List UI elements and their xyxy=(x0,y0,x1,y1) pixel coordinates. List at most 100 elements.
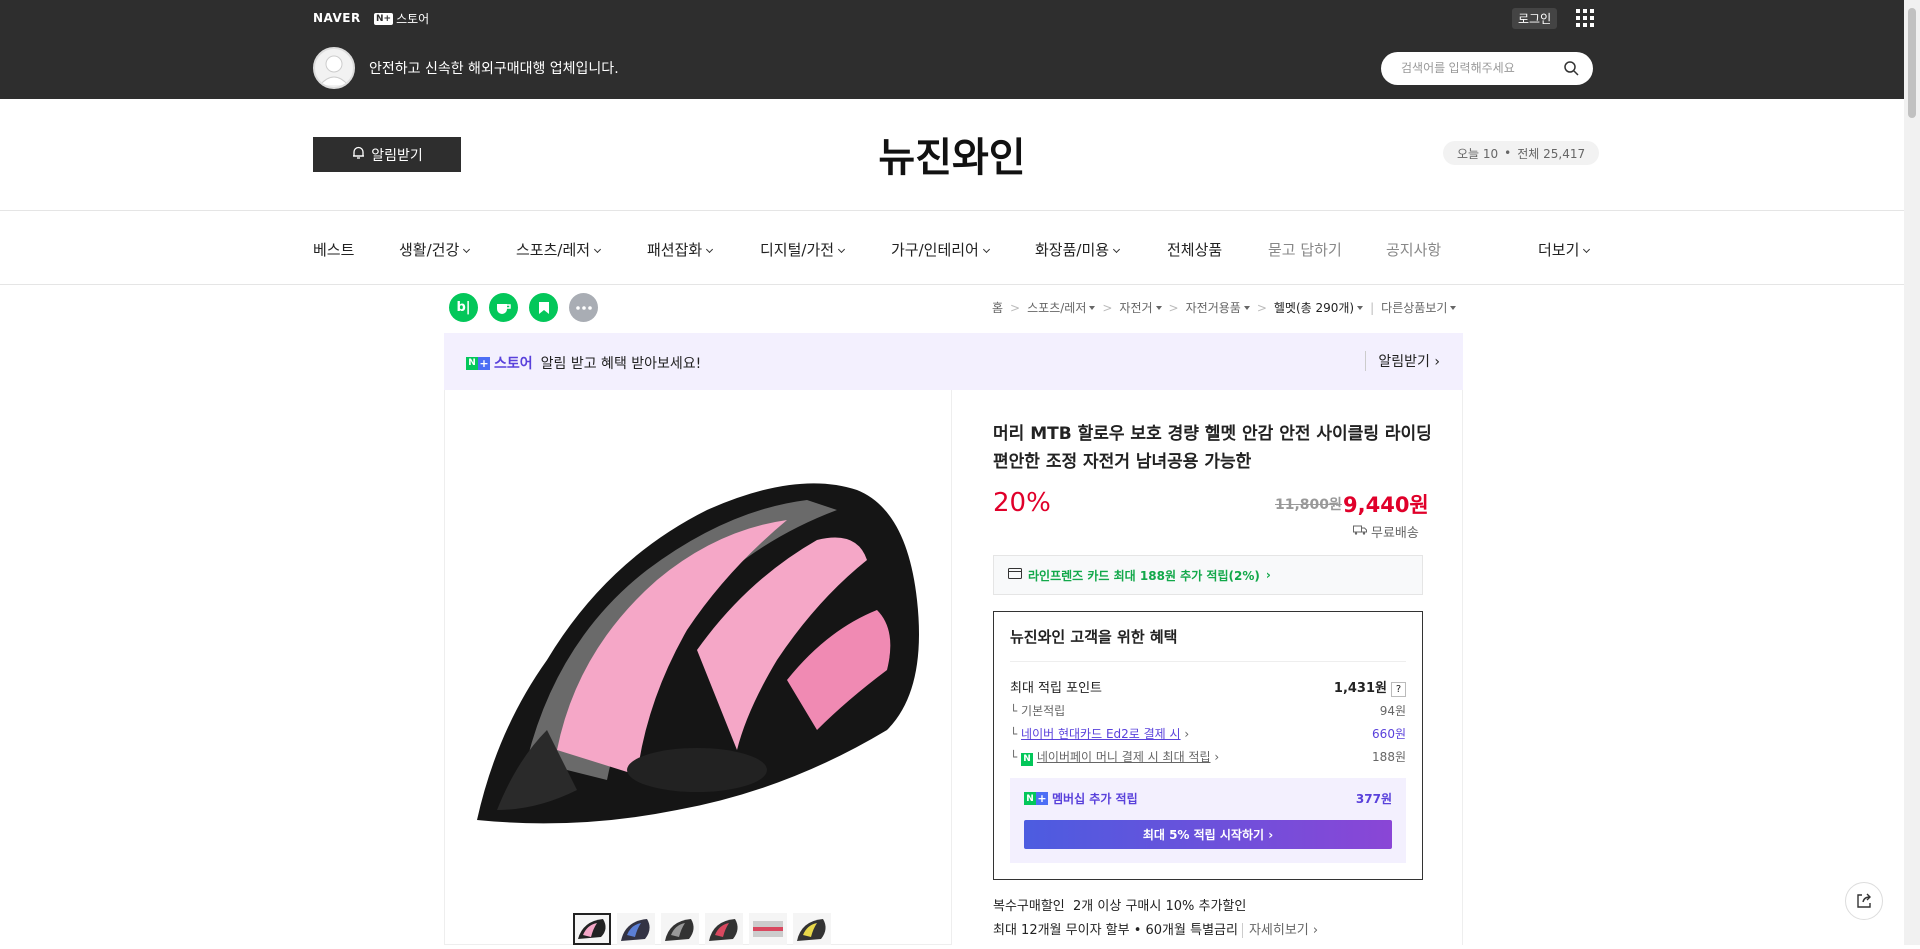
breadcrumb-helmet[interactable]: 헬멧(총 290개) xyxy=(1274,299,1364,316)
nav-item-best[interactable]: 베스트 xyxy=(313,239,354,260)
banner-store-label: 스토어 xyxy=(494,356,533,372)
customer-benefit-box: 뉴진와인 고객을 위한 혜택 최대 적립 포인트 1,431원? └ 기본적립 … xyxy=(993,611,1423,880)
installment-text: 최대 12개월 무이자 할부 • 60개월 특별금리 xyxy=(993,923,1238,938)
max-point-row: 최대 적립 포인트 1,431원? xyxy=(1010,677,1406,697)
installment-more-link[interactable]: 자세히보기 › xyxy=(1241,923,1319,938)
nav-item-more[interactable]: 더보기 xyxy=(1538,239,1591,260)
chevron-down-icon xyxy=(463,245,471,254)
caret-down-icon xyxy=(1357,306,1364,310)
breadcrumb-separator: > xyxy=(1102,300,1113,315)
multi-purchase-discount: 복수구매할인 2개 이상 구매시 10% 추가할인 xyxy=(993,895,1246,914)
store-avatar[interactable] xyxy=(313,47,355,89)
benefit-row-label: 기본적립 xyxy=(1021,704,1066,718)
chevron-right-icon: › xyxy=(1434,354,1440,370)
nav-item-notice[interactable]: 공지사항 xyxy=(1386,239,1441,260)
nav-item-beauty[interactable]: 화장품/미용 xyxy=(1035,239,1121,260)
max-point-value: 1,431원 xyxy=(1333,681,1387,696)
product-title: 머리 MTB 할로우 보호 경량 헬멧 안감 안전 사이클링 라이딩 편안한 조… xyxy=(993,424,1432,472)
breadcrumb-separator: > xyxy=(1256,300,1267,315)
card-offer[interactable]: 라인프렌즈 카드 최대 188원 추가 적립(2%) › xyxy=(993,555,1423,595)
help-icon[interactable]: ? xyxy=(1391,682,1406,697)
chevron-down-icon xyxy=(838,245,846,254)
search-icon[interactable] xyxy=(1564,61,1579,80)
thumbnail[interactable] xyxy=(617,913,655,945)
card-offer-text: 라인프렌즈 카드 최대 188원 추가 적립(2%) xyxy=(1028,568,1260,583)
search-box xyxy=(1381,52,1593,85)
membership-label: 멤버십 추가 적립 xyxy=(1052,792,1138,806)
naverpay-link[interactable]: 네이버페이 머니 결제 시 최대 적립 xyxy=(1037,750,1211,764)
store-alarm-banner: N + 스토어 알림 받고 혜택 받아보세요! 알림받기 › xyxy=(444,333,1463,390)
nav-item-qna[interactable]: 묻고 답하기 xyxy=(1268,239,1342,260)
login-button[interactable]: 로그인 xyxy=(1512,8,1558,29)
breadcrumb-separator: > xyxy=(1010,300,1021,315)
nav-item-all-products[interactable]: 전체상품 xyxy=(1167,239,1222,260)
membership-start-button[interactable]: 최대 5% 적립 시작하기 › xyxy=(1024,820,1392,849)
visitor-count: 오늘 10 • 전체 25,417 xyxy=(1443,141,1600,165)
thumbnail[interactable] xyxy=(793,913,831,945)
benefit-row-hyundai-card: └ 네이버 현대카드 Ed2로 결제 시 › 660원 xyxy=(1010,727,1406,741)
page-scrollbar[interactable] xyxy=(1904,0,1920,945)
share-icons: b| xyxy=(449,293,598,322)
nplus-icon: N + xyxy=(466,356,490,370)
bookmark-icon[interactable] xyxy=(529,293,558,322)
caret-down-icon xyxy=(1089,306,1096,310)
multi-value: 2개 이상 구매시 10% 추가할인 xyxy=(1073,899,1247,914)
benefit-row-value: 660원 xyxy=(1372,727,1406,741)
breadcrumb-divider: | xyxy=(1370,300,1375,315)
thumbnail[interactable] xyxy=(749,913,787,945)
npay-icon: N xyxy=(1021,752,1034,766)
search-input[interactable] xyxy=(1401,61,1561,75)
nav-item-sports-leisure[interactable]: 스포츠/레저 xyxy=(516,239,602,260)
breadcrumb-bicycle-goods[interactable]: 자전거용품 xyxy=(1186,299,1250,316)
nav-item-furniture[interactable]: 가구/인테리어 xyxy=(891,239,990,260)
chevron-down-icon xyxy=(594,245,602,254)
breadcrumb: 홈 > 스포츠/레저 > 자전거 > 자전거용품 > 헬멧(총 290개) | … xyxy=(992,299,1457,316)
caret-down-icon xyxy=(1155,306,1162,310)
shipping-label: 무료배송 xyxy=(1371,526,1419,541)
nav-item-digital[interactable]: 디지털/가전 xyxy=(760,239,846,260)
chevron-down-icon xyxy=(706,245,714,254)
more-icon[interactable] xyxy=(569,293,598,322)
visit-separator: • xyxy=(1504,146,1512,160)
top-bar: NAVER N+ 스토어 로그인 안전하고 신속한 해외구매대행 업체입니다. xyxy=(0,0,1904,99)
nplus-store-label: 스토어 xyxy=(396,12,430,26)
credit-card-icon xyxy=(1008,568,1022,582)
divider xyxy=(1010,661,1406,662)
breadcrumb-home[interactable]: 홈 xyxy=(992,299,1003,316)
store-name[interactable]: 뉴진와인 xyxy=(0,125,1904,183)
truck-icon xyxy=(1353,524,1367,539)
chevron-right-icon: › xyxy=(1184,727,1190,741)
thumbnail-strip xyxy=(573,913,831,945)
shipping-info: 무료배송 xyxy=(1353,522,1419,541)
other-products-dropdown[interactable]: 다른상품보기 xyxy=(1381,299,1457,316)
product-gallery xyxy=(444,390,952,945)
nav-item-fashion[interactable]: 패션잡화 xyxy=(647,239,714,260)
benefit-row-value: 94원 xyxy=(1379,704,1406,718)
banner-alarm-link[interactable]: 알림받기 › xyxy=(1365,351,1440,371)
thumbnail[interactable] xyxy=(573,913,611,945)
breadcrumb-separator: > xyxy=(1168,300,1179,315)
share-icon[interactable] xyxy=(1845,882,1883,920)
caret-down-icon xyxy=(1450,306,1457,310)
breadcrumb-sports[interactable]: 스포츠/레저 xyxy=(1027,299,1096,316)
chevron-down-icon xyxy=(1583,245,1591,254)
thumbnail[interactable] xyxy=(705,913,743,945)
cafe-icon[interactable] xyxy=(489,293,518,322)
benefit-row-naverpay: └ N 네이버페이 머니 결제 시 최대 적립 › 188원 xyxy=(1010,750,1406,766)
blog-icon[interactable]: b| xyxy=(449,293,478,322)
installment-info: 최대 12개월 무이자 할부 • 60개월 특별금리 자세히보기 › xyxy=(993,919,1319,938)
nplus-store-logo[interactable]: N+ 스토어 xyxy=(374,10,429,27)
nav-item-living-health[interactable]: 생활/건강 xyxy=(399,239,471,260)
apps-grid-icon[interactable] xyxy=(1576,9,1594,27)
hyundai-card-link[interactable]: 네이버 현대카드 Ed2로 결제 시 xyxy=(1021,727,1181,741)
nplus-badge: N+ xyxy=(374,12,394,25)
original-price: 11,800원 xyxy=(1275,497,1342,513)
product-image[interactable] xyxy=(457,430,937,870)
multi-label: 복수구매할인 xyxy=(993,899,1065,914)
visit-total: 전체 25,417 xyxy=(1517,146,1586,161)
caret-down-icon xyxy=(1243,306,1250,310)
breadcrumb-bicycle[interactable]: 자전거 xyxy=(1119,299,1162,316)
scrollbar-thumb[interactable] xyxy=(1908,8,1916,118)
naver-logo[interactable]: NAVER xyxy=(313,11,361,25)
thumbnail[interactable] xyxy=(661,913,699,945)
